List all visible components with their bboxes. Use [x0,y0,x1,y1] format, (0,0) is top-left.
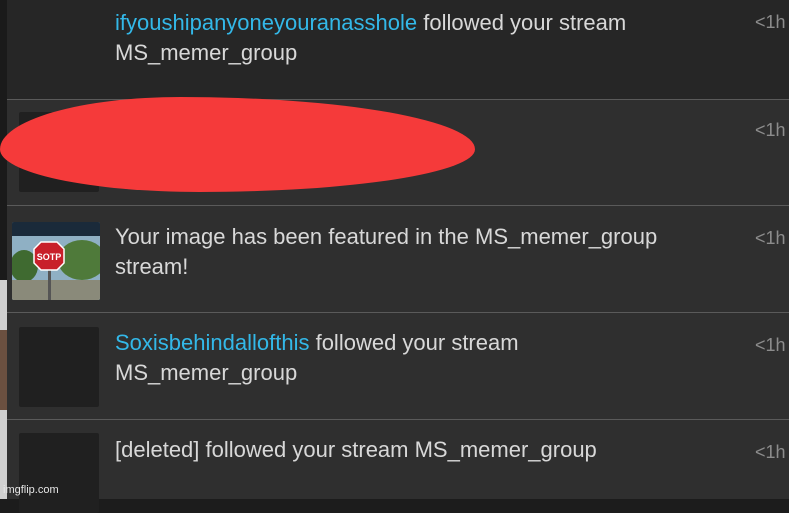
notification-thumbnail [19,327,99,407]
notification-row[interactable]: Your image has been featured in the MS_m… [7,206,789,313]
stop-sign-image: SOTP [12,222,100,300]
stream-name: MS_memer_group [115,360,298,385]
stop-sign-text: SOTP [37,252,62,262]
notification-text: followed your stream [417,10,627,35]
notification-time: <1h [755,228,786,248]
notification-time: <1h [755,120,786,140]
notification-thumbnail [19,433,99,513]
notification-message: [deleted] followed your stream MS_memer_… [115,435,725,465]
notification-row[interactable]: Soxisbehindallofthis followed your strea… [7,313,789,420]
stream-name: MS_memer_group [115,40,298,65]
notification-panel: ifyoushipanyoneyouranasshole followed yo… [7,0,789,513]
notification-row[interactable]: [deleted] followed your stream MS_memer_… [7,420,789,513]
featured-image-thumbnail[interactable]: SOTP [12,222,100,300]
notification-time: <1h [755,335,786,355]
notification-text: followed your stream [309,330,519,355]
watermark: imgflip.com [3,484,59,496]
notification-message: Your image has been featured in the MS_m… [115,222,725,282]
notification-time: <1h [755,442,786,462]
notification-message: ifyoushipanyoneyouranasshole followed yo… [115,8,725,68]
username-link[interactable]: Soxisbehindallofthis [115,330,309,355]
notification-text: Your image has been featured in the MS_m… [115,224,658,249]
background-strip [0,0,7,499]
notification-message: Soxisbehindallofthis followed your strea… [115,328,725,388]
notification-time: <1h [755,12,786,32]
notification-text: [deleted] followed your stream MS_memer_… [115,437,597,462]
notification-text-continued: stream! [115,254,189,279]
username-link[interactable]: ifyoushipanyoneyouranasshole [115,10,417,35]
notification-row[interactable]: ifyoushipanyoneyouranasshole followed yo… [7,0,789,100]
background-photo [0,330,7,410]
